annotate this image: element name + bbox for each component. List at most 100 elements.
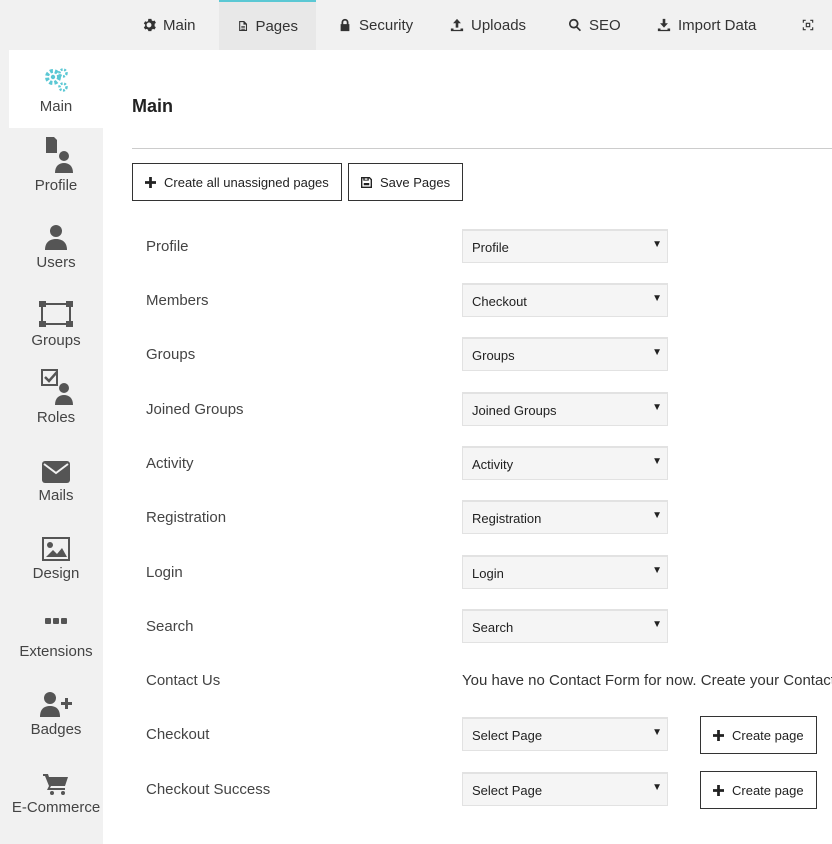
page-select[interactable]: Select Page ▼: [462, 772, 668, 806]
select-value: Login: [472, 566, 504, 581]
plus-icon: [713, 729, 724, 741]
tab-uploads[interactable]: Uploads: [432, 0, 544, 50]
save-pages-button[interactable]: Save Pages: [348, 163, 464, 201]
row-label: Checkout Success: [146, 781, 271, 798]
cart-icon: [43, 774, 68, 795]
select-value: Registration: [472, 511, 542, 526]
page-select[interactable]: Joined Groups ▼: [462, 392, 668, 426]
sidebar: Main Profile Users Groups Roles Mails De…: [0, 50, 103, 844]
user-icon: [45, 225, 67, 250]
sidebar-item-label: Groups: [31, 332, 81, 349]
create-all-unassigned-pages-button[interactable]: Create all unassigned pages: [132, 163, 342, 201]
select-value: Activity: [472, 457, 514, 472]
row-label: Profile: [146, 238, 189, 255]
page-row-checkout: Checkout Select Page ▼ Create page: [146, 716, 832, 754]
row-label: Checkout: [146, 726, 210, 743]
plus-icon: [713, 784, 724, 796]
button-label: Create all unassigned pages: [164, 174, 329, 190]
chevron-down-icon: ▼: [652, 293, 662, 304]
sidebar-item-label: E-Commerce: [11, 799, 101, 816]
create-page-button[interactable]: Create page: [700, 771, 817, 809]
chevron-down-icon: ▼: [652, 510, 662, 521]
divider: [132, 148, 832, 149]
sidebar-item-label: Design: [32, 565, 80, 582]
sidebar-item-label: Main: [39, 98, 73, 115]
tab-import-data[interactable]: Import Data: [639, 0, 774, 50]
button-label: Create page: [732, 782, 804, 798]
tab-label: Main: [163, 16, 196, 34]
tab-main[interactable]: Main: [124, 0, 214, 50]
envelope-icon: [42, 461, 70, 483]
row-label: Members: [146, 292, 209, 309]
chevron-down-icon: ▼: [652, 565, 662, 576]
page-select[interactable]: Search ▼: [462, 609, 668, 643]
expand-icon: [802, 19, 814, 31]
sidebar-item-label: Users: [36, 254, 76, 271]
button-label: Save Pages: [380, 174, 451, 190]
page-select[interactable]: Activity ▼: [462, 446, 668, 480]
page-select[interactable]: Select Page ▼: [462, 717, 668, 751]
group-icon: [39, 301, 73, 327]
top-navigation: Main Pages Security Uploads SEO Import D…: [0, 0, 832, 50]
sidebar-item-label: Mails: [38, 487, 74, 504]
sidebar-item-groups[interactable]: Groups: [0, 292, 112, 349]
select-value: Select Page: [472, 728, 543, 743]
create-page-button[interactable]: Create page: [700, 716, 817, 754]
tab-pages[interactable]: Pages: [219, 0, 316, 50]
page-row-registration: Registration Registration ▼: [146, 500, 832, 534]
page-row-checkout-success: Checkout Success Select Page ▼ Create pa…: [146, 771, 832, 809]
page-select[interactable]: Checkout ▼: [462, 283, 668, 317]
chevron-down-icon: ▼: [652, 456, 662, 467]
chevron-down-icon: ▼: [652, 727, 662, 738]
page-row-contact-us: Contact Us You have no Contact Form for …: [146, 663, 832, 697]
select-value: Search: [472, 620, 514, 635]
tab-label: Uploads: [471, 16, 527, 34]
user-plus-icon: [40, 692, 72, 717]
sidebar-item-badges[interactable]: Badges: [0, 681, 112, 738]
sidebar-item-roles[interactable]: Roles: [0, 369, 112, 426]
tab-label: SEO: [589, 16, 621, 34]
page-row-login: Login Login ▼: [146, 555, 832, 589]
download-icon: [657, 18, 671, 32]
tab-more[interactable]: [784, 0, 832, 50]
search-icon: [569, 18, 582, 32]
row-label: Contact Us: [146, 672, 221, 689]
no-contact-form-message: You have no Contact Form for now. Create…: [462, 672, 832, 689]
plus-icon: [145, 176, 156, 188]
page-row-search: Search Search ▼: [146, 609, 832, 643]
row-label: Registration: [146, 509, 227, 526]
row-label: Groups: [146, 346, 196, 363]
sidebar-item-extensions[interactable]: Extensions: [0, 603, 112, 660]
page-select[interactable]: Groups ▼: [462, 337, 668, 371]
page-row-joined-groups: Joined Groups Joined Groups ▼: [146, 392, 832, 426]
sidebar-item-label: Extensions: [19, 643, 93, 660]
chevron-down-icon: ▼: [652, 239, 662, 250]
page-row-activity: Activity Activity ▼: [146, 446, 832, 480]
chevron-down-icon: ▼: [652, 782, 662, 793]
select-value: Groups: [472, 348, 515, 363]
page-select[interactable]: Login ▼: [462, 555, 668, 589]
floppy-disk-icon: [361, 176, 372, 188]
tab-seo[interactable]: SEO: [550, 0, 639, 50]
sidebar-item-ecommerce[interactable]: E-Commerce: [0, 759, 112, 816]
gear-icon: [143, 18, 156, 32]
sidebar-item-design[interactable]: Design: [0, 525, 112, 582]
sidebar-item-mails[interactable]: Mails: [0, 447, 112, 504]
page-title: Main: [132, 96, 174, 116]
sidebar-item-main[interactable]: Main: [9, 50, 103, 128]
sidebar-item-profile[interactable]: Profile: [0, 137, 112, 194]
page-select[interactable]: Profile ▼: [462, 229, 668, 263]
sidebar-item-users[interactable]: Users: [0, 214, 112, 271]
page-select[interactable]: Registration ▼: [462, 500, 668, 534]
tab-label: Import Data: [678, 16, 757, 34]
select-value: Select Page: [472, 783, 543, 798]
ellipsis-icon: [45, 618, 67, 624]
row-label: Joined Groups: [146, 401, 244, 418]
sidebar-item-label: Roles: [36, 409, 76, 426]
gears-icon: [45, 68, 68, 92]
tab-security[interactable]: Security: [320, 0, 431, 50]
page-row-profile: Profile Profile ▼: [146, 229, 832, 263]
page-row-groups: Groups Groups ▼: [146, 337, 832, 371]
select-value: Joined Groups: [472, 403, 557, 418]
tab-label: Security: [359, 16, 414, 34]
